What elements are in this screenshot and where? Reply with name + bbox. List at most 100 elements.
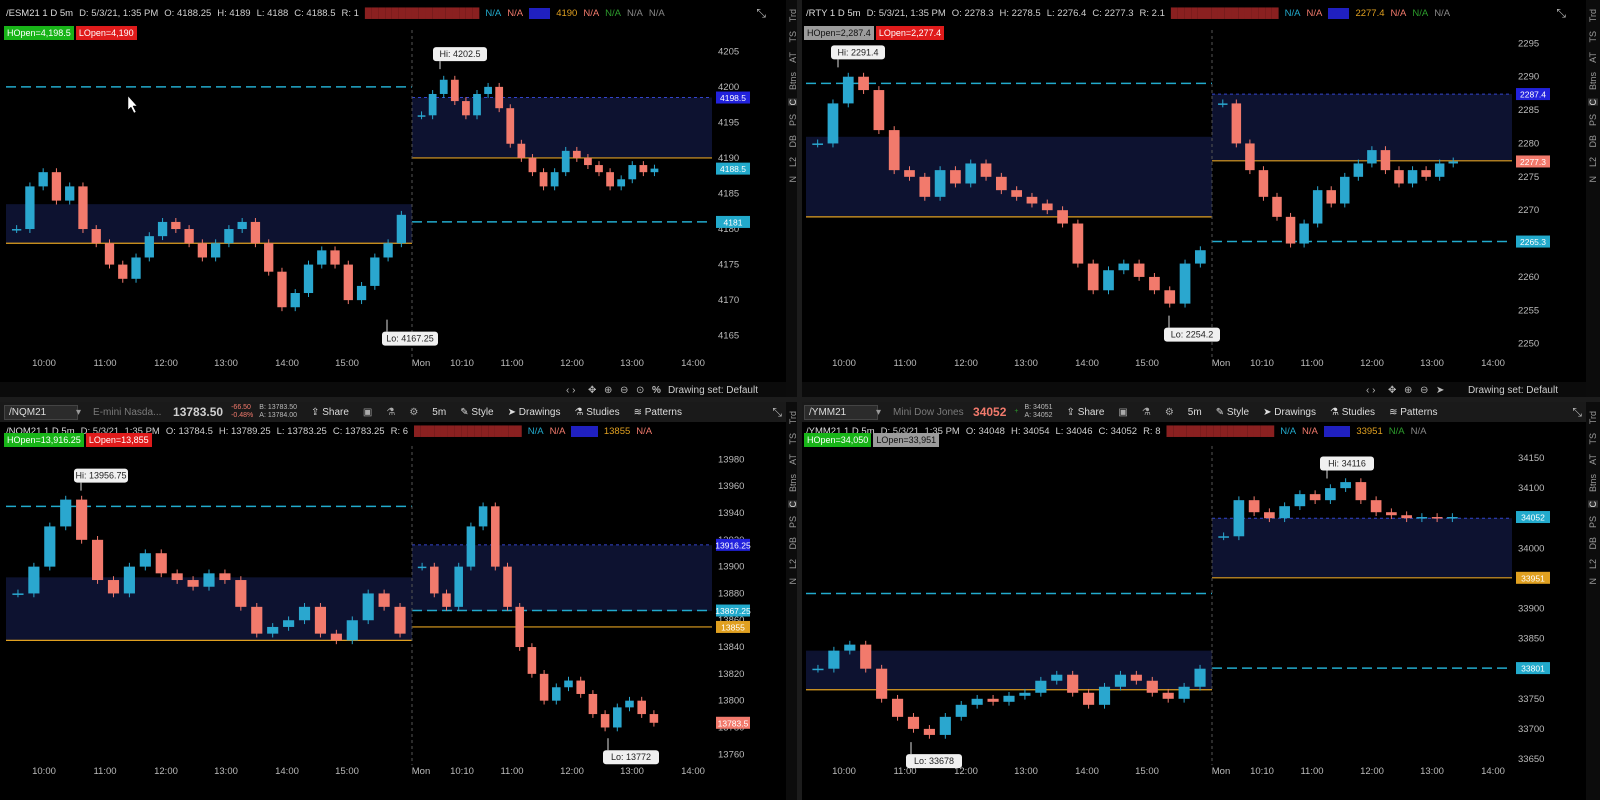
pane-divider-horizontal[interactable]	[0, 397, 1600, 402]
y-axis-tick: 4185	[718, 189, 739, 200]
side-tab-n[interactable]: N	[1588, 578, 1598, 585]
candle	[383, 243, 393, 258]
candle	[617, 179, 626, 187]
x-axis-tick: 10:00	[32, 766, 56, 777]
candle	[919, 176, 931, 197]
price-chart[interactable]: 1398013960139401392013900138801386013840…	[0, 402, 786, 800]
x-axis-tick: 14:00	[1481, 358, 1505, 369]
candle	[955, 704, 967, 717]
side-tab-n[interactable]: N	[1588, 176, 1598, 183]
price-chart[interactable]: 2295229022852280227522702265226022552250…	[800, 0, 1586, 382]
value-area-zone	[412, 97, 712, 158]
crosshair-icon[interactable]: ⊕	[1404, 385, 1412, 396]
candle	[1164, 290, 1176, 304]
x-axis-tick: Mon	[412, 766, 430, 777]
candle	[1386, 512, 1397, 516]
candle	[539, 673, 549, 701]
candle	[613, 707, 622, 728]
candle	[842, 76, 854, 104]
candle	[91, 539, 104, 581]
x-axis-tick: Mon	[412, 358, 430, 369]
candle	[1218, 536, 1229, 538]
drawing-set-label[interactable]: Drawing set: Default	[1468, 385, 1558, 396]
x-axis-tick: 12:00	[154, 766, 178, 777]
zoom-icon[interactable]: ⊖	[620, 385, 628, 396]
side-tab-c[interactable]: C	[1588, 98, 1598, 106]
side-tab-ps[interactable]: PS	[1588, 516, 1598, 528]
scroll-left-icon[interactable]: ‹ ›	[566, 385, 575, 396]
side-tab-ts[interactable]: TS	[1588, 433, 1598, 445]
candle	[277, 271, 287, 308]
scroll-left-icon[interactable]: ‹ ›	[1366, 385, 1375, 396]
side-tab-btns[interactable]: Btns	[1588, 474, 1598, 492]
x-axis-tick: 12:00	[1360, 766, 1384, 777]
side-tab-trd[interactable]: Trd	[1588, 411, 1598, 424]
candle	[250, 221, 261, 244]
candle	[417, 115, 426, 117]
side-tab-c[interactable]: C	[1588, 500, 1598, 508]
chart-panel-esm21[interactable]: /ESM21 1 D 5m D: 5/3/21, 1:35 PM O: 4188…	[0, 0, 800, 398]
candle	[584, 157, 592, 166]
pan-icon[interactable]: ✥	[1388, 385, 1396, 396]
chart-panel-rty[interactable]: /RTY 1 D 5m D: 5/3/21, 1:35 PM O: 2278.3…	[800, 0, 1600, 398]
candle	[528, 157, 537, 173]
candle	[1233, 500, 1245, 537]
candle	[466, 526, 476, 567]
candle	[1258, 170, 1269, 197]
x-axis-tick: 10:10	[450, 358, 474, 369]
candle	[478, 506, 488, 527]
side-tab-l2[interactable]: L2	[1588, 157, 1598, 167]
hi-callout-text: Hi: 13956.75	[75, 471, 126, 481]
price-label: 2265.3	[1520, 237, 1546, 247]
candle	[860, 644, 872, 669]
side-tab-btns[interactable]: Btns	[1588, 72, 1598, 90]
candle	[155, 553, 167, 574]
y-axis-tick: 34100	[1518, 483, 1544, 494]
side-tab-l2[interactable]: L2	[1588, 559, 1598, 569]
y-axis-tick: 34150	[1518, 453, 1544, 464]
chart-panel-ymm21[interactable]: /YMM21 ▾ Mini Dow Jones In... 34052 + B:…	[800, 402, 1600, 800]
price-chart[interactable]: 3415034100340503400033950339003385033800…	[800, 402, 1586, 800]
drawing-set-label[interactable]: Drawing set: Default	[668, 385, 758, 396]
candle	[939, 716, 951, 735]
side-tab-ts[interactable]: TS	[1588, 31, 1598, 43]
candle	[1130, 674, 1142, 681]
candle	[1149, 276, 1160, 291]
x-axis-tick: 12:00	[154, 358, 178, 369]
side-tab-at[interactable]: AT	[1588, 52, 1598, 63]
side-tab-trd[interactable]: Trd	[1588, 9, 1598, 22]
zoom-icon[interactable]: ⊖	[1420, 385, 1428, 396]
price-label: 34052	[1521, 513, 1545, 523]
x-axis-tick: 14:00	[1481, 766, 1505, 777]
candle	[298, 606, 311, 621]
side-tab-db[interactable]: DB	[1588, 135, 1598, 148]
percent-toggle[interactable]: %	[652, 385, 661, 396]
candle	[237, 221, 247, 230]
crosshair-icon[interactable]: ⊕	[604, 385, 612, 396]
candle	[1431, 517, 1443, 519]
side-tab-ps[interactable]: PS	[1588, 114, 1598, 126]
x-axis-tick: 13:00	[1420, 358, 1444, 369]
y-axis-tick: 2290	[1518, 72, 1539, 83]
candle	[649, 714, 659, 723]
pan-icon[interactable]: ✥	[588, 385, 596, 396]
zoom-out-icon[interactable]: ⊙	[636, 385, 644, 396]
candle	[572, 150, 581, 158]
y-axis-tick: 4200	[718, 82, 739, 93]
x-axis-tick: 14:00	[275, 766, 299, 777]
candle	[637, 700, 646, 715]
side-tab-db[interactable]: DB	[1588, 537, 1598, 550]
candle	[1162, 692, 1174, 699]
y-axis-tick: 4205	[718, 46, 739, 57]
chart-panel-nqm21[interactable]: /NQM21 ▾ E-mini Nasda... 13783.50 -66.50…	[0, 402, 800, 800]
y-axis-tick: 13900	[718, 562, 744, 573]
candle	[60, 499, 72, 527]
side-tab-at[interactable]: AT	[1588, 454, 1598, 465]
candle	[515, 606, 524, 648]
candle	[1035, 680, 1047, 693]
cursor-icon[interactable]: ➤	[1436, 385, 1444, 396]
y-axis-tick: 13800	[718, 696, 744, 707]
price-chart[interactable]: 42054200419541904185418041754170416510:0…	[0, 0, 786, 382]
x-axis-tick: 10:10	[450, 766, 474, 777]
candle	[171, 221, 181, 230]
